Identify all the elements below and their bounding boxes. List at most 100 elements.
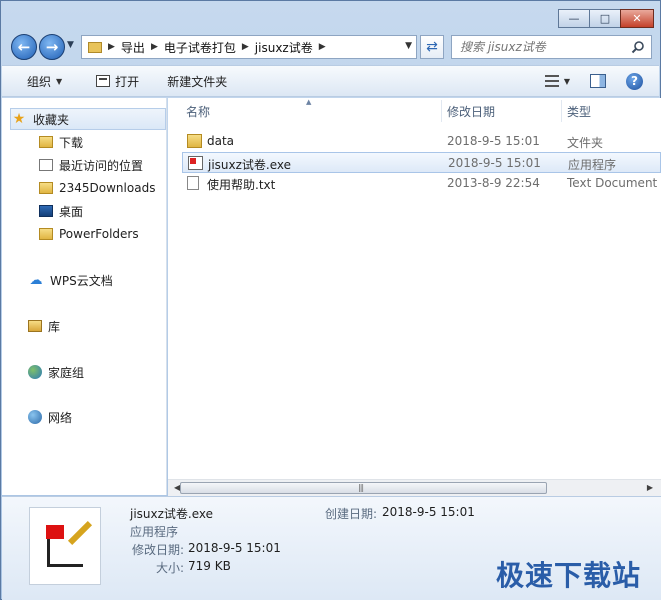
breadcrumb-item[interactable]: jisuxz试卷 bbox=[255, 39, 313, 56]
refresh-icon: ⇄ bbox=[426, 39, 438, 55]
minimize-button[interactable]: — bbox=[558, 9, 590, 28]
detail-file-name: jisuxz试卷.exe bbox=[130, 507, 214, 521]
homegroup-icon bbox=[28, 365, 42, 379]
sidebar-item-recent[interactable]: 最近访问的位置 bbox=[2, 154, 167, 176]
navigation-pane: ★ 收藏夹 下载 最近访问的位置 2345Downloads 桌面 PowerF… bbox=[2, 98, 167, 495]
close-button[interactable]: ✕ bbox=[620, 9, 654, 28]
sidebar-item-favorites[interactable]: ★ 收藏夹 bbox=[10, 108, 166, 130]
detail-file-type: 应用程序 bbox=[130, 525, 179, 539]
horizontal-scrollbar[interactable]: ◀ ||| ▶ bbox=[168, 479, 661, 496]
file-name: data bbox=[207, 134, 235, 148]
file-row-exe[interactable]: jisuxz试卷.exe 2018-9-5 15:01 应用程序 bbox=[182, 152, 661, 173]
column-header-modified[interactable]: 修改日期 bbox=[447, 98, 495, 124]
file-thumbnail bbox=[29, 507, 101, 585]
sidebar-item-label: 2345Downloads bbox=[59, 181, 156, 195]
desktop-icon bbox=[39, 205, 53, 217]
organize-button[interactable]: 组织 ▼ bbox=[27, 66, 62, 96]
open-label: 打开 bbox=[115, 74, 140, 89]
view-options-icon[interactable] bbox=[544, 75, 559, 87]
sidebar-item-desktop[interactable]: 桌面 bbox=[2, 200, 167, 222]
new-folder-button[interactable]: 新建文件夹 bbox=[167, 66, 227, 96]
column-header-type[interactable]: 类型 bbox=[567, 98, 591, 124]
file-name: jisuxz试卷.exe bbox=[208, 158, 292, 172]
organize-label: 组织 bbox=[27, 74, 52, 89]
file-modified: 2013-8-9 22:54 bbox=[447, 176, 540, 190]
sidebar-item-label: WPS云文档 bbox=[50, 273, 113, 288]
open-icon bbox=[96, 75, 111, 87]
sidebar-item-label: 下载 bbox=[59, 135, 84, 150]
breadcrumb-chevron-icon[interactable]: ▶ bbox=[319, 42, 326, 52]
sidebar-item-2345downloads[interactable]: 2345Downloads bbox=[2, 177, 167, 199]
cloud-icon: ☁ bbox=[29, 272, 43, 288]
toolbar-right: ▼ ? bbox=[544, 66, 643, 96]
column-divider[interactable] bbox=[561, 100, 562, 122]
file-row-data[interactable]: data 2018-9-5 15:01 文件夹 bbox=[182, 131, 661, 152]
recent-pages-dropdown-icon[interactable]: ▼ bbox=[67, 40, 74, 50]
address-dropdown-icon[interactable]: ▼ bbox=[405, 41, 412, 51]
forward-button[interactable]: → bbox=[39, 34, 65, 60]
view-dropdown-icon[interactable]: ▼ bbox=[564, 77, 570, 86]
sidebar-item-libraries[interactable]: 库 bbox=[2, 315, 167, 337]
sidebar-item-label: 网络 bbox=[48, 410, 73, 425]
back-button[interactable]: ← bbox=[11, 34, 37, 60]
file-modified: 2018-9-5 15:01 bbox=[448, 156, 541, 170]
star-icon: ★ bbox=[12, 111, 26, 127]
sidebar-item-label: 家庭组 bbox=[48, 365, 85, 380]
grip-icon: ||| bbox=[358, 483, 364, 492]
recent-places-icon bbox=[39, 159, 53, 171]
file-name: 使用帮助.txt bbox=[207, 178, 276, 192]
file-modified: 2018-9-5 15:01 bbox=[447, 134, 540, 148]
new-folder-label: 新建文件夹 bbox=[167, 74, 228, 89]
detail-created-label: 创建日期: bbox=[325, 507, 378, 521]
breadcrumb-chevron-icon[interactable]: ▶ bbox=[108, 42, 115, 52]
breadcrumb-item[interactable]: 导出 bbox=[121, 39, 145, 56]
sidebar-item-downloads[interactable]: 下载 bbox=[2, 131, 167, 153]
file-type: 文件夹 bbox=[567, 136, 604, 150]
search-icon[interactable] bbox=[631, 40, 645, 54]
exam-app-icon bbox=[46, 525, 64, 539]
sidebar-item-label: PowerFolders bbox=[59, 227, 139, 241]
network-icon bbox=[28, 410, 42, 424]
chevron-down-icon: ▼ bbox=[56, 76, 63, 86]
column-divider[interactable] bbox=[441, 100, 442, 122]
sidebar-item-network[interactable]: 网络 bbox=[2, 406, 167, 428]
address-bar[interactable]: ▶ 导出 ▶ 电子试卷打包 ▶ jisuxz试卷 ▶ ▼ bbox=[81, 35, 417, 59]
file-list: ▲ 名称 修改日期 类型 data 2018-9-5 15:01 文件夹 jis… bbox=[168, 98, 661, 495]
command-bar: 组织 ▼ 打开 新建文件夹 ▼ ? bbox=[2, 65, 659, 97]
sidebar-item-label: 收藏夹 bbox=[33, 112, 70, 127]
folder-icon bbox=[39, 182, 53, 194]
sidebar-item-label: 库 bbox=[48, 319, 61, 334]
search-box[interactable] bbox=[451, 35, 652, 59]
detail-modified-value: 2018-9-5 15:01 bbox=[188, 541, 281, 555]
search-input[interactable] bbox=[460, 40, 630, 54]
watermark: 极速下载站 bbox=[495, 559, 641, 592]
sidebar-item-wps-cloud[interactable]: ☁ WPS云文档 bbox=[2, 269, 167, 291]
exe-icon bbox=[188, 156, 203, 170]
navigation-bar: ← → ▼ ▶ 导出 ▶ 电子试卷打包 ▶ jisuxz试卷 ▶ ▼ ⇄ bbox=[9, 33, 652, 61]
column-header-name[interactable]: 名称 bbox=[186, 98, 210, 124]
breadcrumb-chevron-icon[interactable]: ▶ bbox=[242, 42, 249, 52]
maximize-button[interactable]: □ bbox=[589, 9, 621, 28]
library-icon bbox=[28, 320, 42, 332]
sidebar-item-powerfolders[interactable]: PowerFolders bbox=[2, 223, 167, 245]
scrollbar-thumb[interactable]: ||| bbox=[180, 482, 547, 494]
open-button[interactable]: 打开 bbox=[96, 66, 139, 96]
scroll-right-icon[interactable]: ▶ bbox=[647, 483, 653, 492]
file-type: Text Document bbox=[567, 176, 658, 190]
folder-icon bbox=[187, 134, 202, 148]
txt-icon bbox=[187, 176, 199, 190]
help-icon[interactable]: ? bbox=[626, 72, 643, 90]
sidebar-item-label: 最近访问的位置 bbox=[59, 158, 144, 173]
folder-icon bbox=[39, 228, 53, 240]
detail-size-value: 719 KB bbox=[188, 559, 231, 573]
sidebar-item-label: 桌面 bbox=[59, 204, 84, 219]
folder-icon bbox=[88, 41, 102, 53]
refresh-button[interactable]: ⇄ bbox=[420, 35, 444, 59]
sidebar-item-homegroup[interactable]: 家庭组 bbox=[2, 361, 167, 383]
explorer-window: — □ ✕ ← → ▼ ▶ 导出 ▶ 电子试卷打包 ▶ jisuxz试卷 ▶ ▼… bbox=[0, 0, 661, 600]
preview-pane-icon[interactable] bbox=[590, 74, 606, 88]
breadcrumb-chevron-icon[interactable]: ▶ bbox=[151, 42, 158, 52]
breadcrumb-item[interactable]: 电子试卷打包 bbox=[164, 39, 236, 56]
download-folder-icon bbox=[39, 136, 53, 148]
file-row-txt[interactable]: 使用帮助.txt 2013-8-9 22:54 Text Document bbox=[182, 173, 661, 194]
